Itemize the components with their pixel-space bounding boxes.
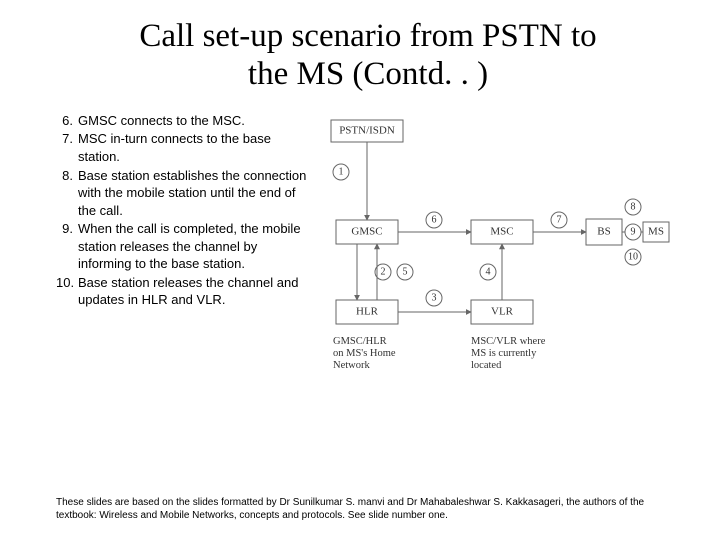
box-ms: MS <box>648 225 664 237</box>
edge-label-10: 10 <box>628 251 638 262</box>
edge-label-2: 2 <box>381 266 386 277</box>
network-diagram: PSTN/ISDN GMSC HLR MSC VLR BS MS <box>321 112 671 402</box>
edge-label-1: 1 <box>339 166 344 177</box>
step-number: 8. <box>56 167 78 220</box>
step-text: When the call is completed, the mobile s… <box>78 220 311 273</box>
list-item: 8. Base station establishes the connecti… <box>56 167 311 220</box>
list-item: 7. MSC in-turn connects to the base stat… <box>56 130 311 165</box>
caption-right-3: located <box>471 360 502 371</box>
caption-right-1: MSC/VLR where <box>471 336 546 347</box>
caption-left-3: Network <box>333 360 370 371</box>
edge-label-8: 8 <box>631 201 636 212</box>
steps-list: 6. GMSC connects to the MSC. 7. MSC in-t… <box>56 112 311 309</box>
edge-label-5: 5 <box>403 266 408 277</box>
box-bs: BS <box>597 225 610 237</box>
step-text: GMSC connects to the MSC. <box>78 112 311 130</box>
caption-left-2: on MS's Home <box>333 348 396 359</box>
step-number: 10. <box>56 274 78 309</box>
edge-label-4: 4 <box>486 266 491 277</box>
list-item: 6. GMSC connects to the MSC. <box>56 112 311 130</box>
caption-left-1: GMSC/HLR <box>333 336 387 347</box>
box-msc: MSC <box>490 225 513 237</box>
edge-label-9: 9 <box>631 226 636 237</box>
edge-label-3: 3 <box>432 292 437 303</box>
list-item: 10. Base station releases the channel an… <box>56 274 311 309</box>
step-text: MSC in-turn connects to the base station… <box>78 130 311 165</box>
title-line-2: the MS (Contd. . ) <box>248 56 488 92</box>
edge-label-6: 6 <box>432 214 437 225</box>
step-number: 9. <box>56 220 78 273</box>
step-number: 7. <box>56 130 78 165</box>
title-line-1: Call set-up scenario from PSTN to <box>139 18 596 54</box>
caption-right-2: MS is currently <box>471 348 537 359</box>
step-text: Base station establishes the connection … <box>78 167 311 220</box>
slide: Call set-up scenario from PSTN to the MS… <box>0 0 720 417</box>
footer-note: These slides are based on the slides for… <box>56 497 680 522</box>
edge-label-7: 7 <box>557 214 562 225</box>
list-item: 9. When the call is completed, the mobil… <box>56 220 311 273</box>
steps-column: 6. GMSC connects to the MSC. 7. MSC in-t… <box>56 112 311 407</box>
box-vlr: VLR <box>491 305 514 317</box>
step-number: 6. <box>56 112 78 130</box>
diagram-column: PSTN/ISDN GMSC HLR MSC VLR BS MS <box>321 112 680 407</box>
page-title: Call set-up scenario from PSTN to the MS… <box>56 18 680 94</box>
step-text: Base station releases the channel and up… <box>78 274 311 309</box>
box-hlr: HLR <box>356 305 379 317</box>
content-row: 6. GMSC connects to the MSC. 7. MSC in-t… <box>56 112 680 407</box>
box-pstn: PSTN/ISDN <box>339 124 395 136</box>
box-gmsc: GMSC <box>351 225 382 237</box>
